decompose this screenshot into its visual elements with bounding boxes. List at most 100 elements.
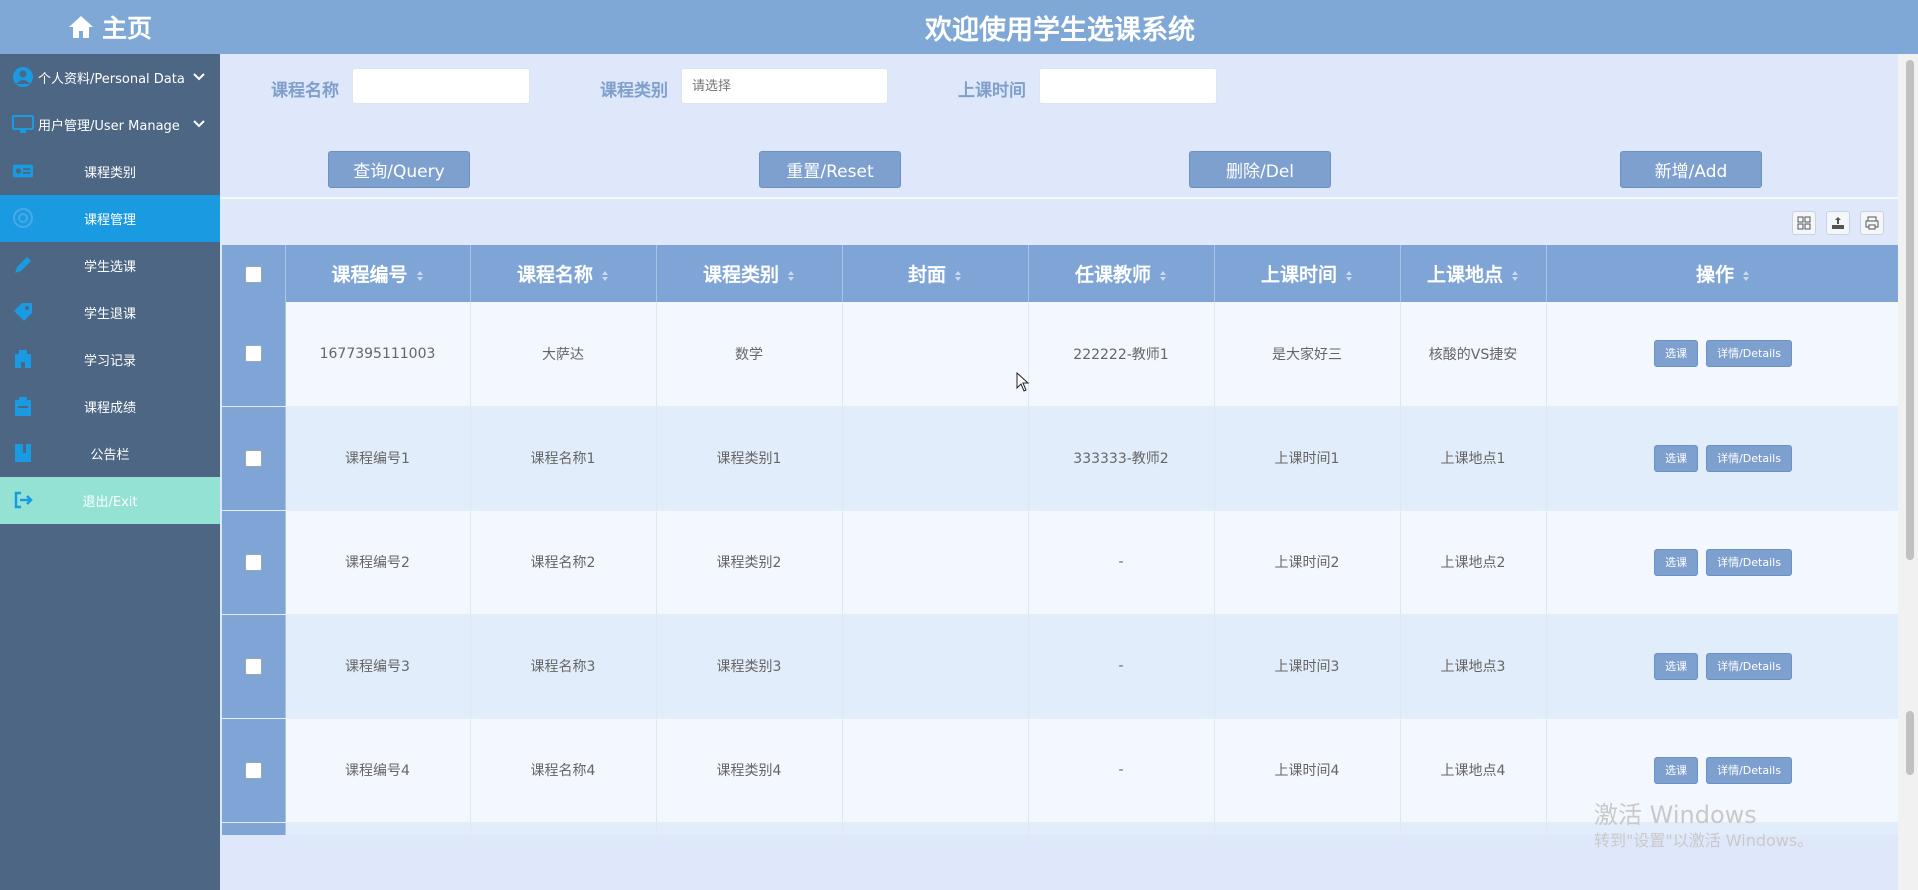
cell-time: 是大家好三 [1214, 302, 1401, 407]
cell-course-name: 课程名称1 [470, 406, 657, 511]
delete-button[interactable]: 删除/Del [1189, 151, 1331, 188]
cell-course-id: 课程编号2 [285, 510, 471, 615]
cell-course-id: 课程编号1 [285, 406, 471, 511]
select-course-button[interactable]: 选课 [1654, 548, 1699, 576]
details-button[interactable]: 详情/Details [1706, 756, 1792, 784]
mouse-cursor-icon [1016, 372, 1030, 392]
page-header: 欢迎使用学生选课系统 [220, 0, 1918, 54]
sort-icon [416, 270, 423, 281]
reset-button[interactable]: 重置/Reset [759, 151, 901, 188]
query-button[interactable]: 查询/Query [328, 151, 470, 188]
print-button[interactable] [1860, 211, 1884, 235]
course-type-label: 课程类别 [600, 81, 668, 101]
sidebar-item-course-manage[interactable]: 课程管理 [0, 195, 220, 242]
cell-cover [842, 510, 1029, 615]
sidebar: 主页 个人资料/Personal Data 用户管理/User Manage 课… [0, 0, 220, 890]
cell-course-type: 课程类别4 [656, 718, 843, 823]
export-icon [1832, 217, 1844, 229]
sidebar-item-study-record[interactable]: 学习记录 [0, 336, 220, 383]
table-row: 课程编号3 课程名称3 课程类别3 - 上课时间3 上课地点3 选课 详情/Det… [222, 614, 1900, 719]
column-header[interactable]: 课程类别 [656, 245, 843, 302]
table-header-row: 课程编号 课程名称 课程类别 封面 任课教师 上课时间 上课地点 操作 [222, 245, 1900, 302]
column-header[interactable]: 课程名称 [470, 245, 657, 302]
select-all-checkbox[interactable] [244, 265, 262, 283]
column-header[interactable]: 任课教师 [1028, 245, 1215, 302]
cell-course-name: 课程名称2 [470, 510, 657, 615]
sidebar-item-student-select[interactable]: 学生选课 [0, 242, 220, 289]
course-name-label: 课程名称 [271, 81, 339, 101]
column-header[interactable]: 上课地点 [1400, 245, 1547, 302]
course-table: 课程编号 课程名称 课程类别 封面 任课教师 上课时间 上课地点 操作 1677… [222, 245, 1900, 835]
row-checkbox[interactable] [244, 553, 262, 571]
row-checkbox[interactable] [244, 657, 262, 675]
sidebar-item-course-type[interactable]: 课程类别 [0, 148, 220, 195]
windows-activation-subtitle: 转到"设置"以激活 Windows。 [1594, 831, 1814, 850]
course-type-select[interactable] [681, 68, 888, 104]
add-button[interactable]: 新增/Add [1620, 151, 1762, 188]
scrollbar-thumb-secondary[interactable] [1906, 711, 1914, 775]
row-select-cell [222, 406, 286, 511]
cell-course-type: 课程类别1 [656, 406, 843, 511]
sidebar-item-notice[interactable]: 公告栏 [0, 430, 220, 477]
row-checkbox[interactable] [244, 345, 262, 363]
row-checkbox[interactable] [244, 761, 262, 779]
class-time-input[interactable] [1039, 68, 1217, 104]
home-link[interactable]: 主页 [0, 0, 220, 54]
row-checkbox[interactable] [244, 449, 262, 467]
select-course-button[interactable]: 选课 [1654, 652, 1699, 680]
cell-location: 上课地点1 [1400, 406, 1547, 511]
column-header[interactable]: 上课时间 [1214, 245, 1401, 302]
details-button[interactable]: 详情/Details [1706, 444, 1792, 472]
select-course-button[interactable]: 选课 [1654, 756, 1699, 784]
cell-actions: 选课 详情/Details [1546, 302, 1900, 407]
cell-location: 上课地点3 [1400, 614, 1547, 719]
sidebar-item-user-manage[interactable]: 用户管理/User Manage [0, 101, 220, 148]
sidebar-item-personal-data[interactable]: 个人资料/Personal Data [0, 54, 220, 101]
book-icon [12, 442, 34, 464]
chevron-down-icon [193, 120, 205, 128]
cell-course-type: 课程类别3 [656, 614, 843, 719]
details-button[interactable]: 详情/Details [1706, 548, 1792, 576]
table-row: 课程编号2 课程名称2 课程类别2 - 上课时间2 上课地点2 选课 详情/Det… [222, 510, 1900, 615]
cell-course-name: 课程名称4 [470, 718, 657, 823]
pen-icon [12, 254, 34, 276]
cell-course-name: 课程名称3 [470, 614, 657, 719]
column-header[interactable]: 封面 [842, 245, 1029, 302]
cell-course-id: 课程编号3 [285, 614, 471, 719]
columns-toggle-button[interactable] [1792, 211, 1816, 235]
details-button[interactable]: 详情/Details [1706, 340, 1792, 368]
course-name-input[interactable] [352, 68, 530, 104]
column-header[interactable]: 课程编号 [285, 245, 471, 302]
row-select-cell [222, 614, 286, 719]
cell-time: 上课时间1 [1214, 406, 1401, 511]
cell-course-type: 课程类别2 [656, 510, 843, 615]
select-course-button[interactable]: 选课 [1654, 340, 1699, 368]
monitor-icon [12, 113, 34, 135]
sidebar-item-course-score[interactable]: 课程成绩 [0, 383, 220, 430]
logout-icon [12, 489, 34, 511]
cell-cover [842, 614, 1029, 719]
cell-course-id: 1677395111003 [285, 302, 471, 407]
sort-icon [602, 270, 608, 281]
scrollbar-thumb[interactable] [1906, 60, 1914, 560]
export-button[interactable] [1826, 211, 1850, 235]
sidebar-item-exit[interactable]: 退出/Exit [0, 477, 220, 524]
chevron-down-icon [193, 73, 205, 81]
cell-actions: 选课 详情/Details [1546, 614, 1900, 719]
cell-actions: 选课 详情/Details [1546, 510, 1900, 615]
details-button[interactable]: 详情/Details [1706, 652, 1792, 680]
cell-teacher: - [1028, 510, 1215, 615]
sidebar-item-student-drop[interactable]: 学生退课 [0, 289, 220, 336]
column-header[interactable]: 操作 [1546, 245, 1900, 302]
cell-location: 上课地点2 [1400, 510, 1547, 615]
main-content: 课程名称 课程类别 上课时间 查询/Query 重置/Reset 删除/Del … [220, 54, 1900, 890]
select-course-button[interactable]: 选课 [1654, 444, 1699, 472]
sort-icon [1346, 270, 1352, 281]
id-card-icon [12, 160, 34, 182]
row-select-cell [222, 718, 286, 823]
tag-icon [12, 301, 34, 323]
cell-course-id: 课程编号4 [285, 718, 471, 823]
row-select-cell [222, 822, 286, 835]
windows-activation-title: 激活 Windows [1594, 801, 1757, 829]
sort-icon [788, 270, 794, 281]
